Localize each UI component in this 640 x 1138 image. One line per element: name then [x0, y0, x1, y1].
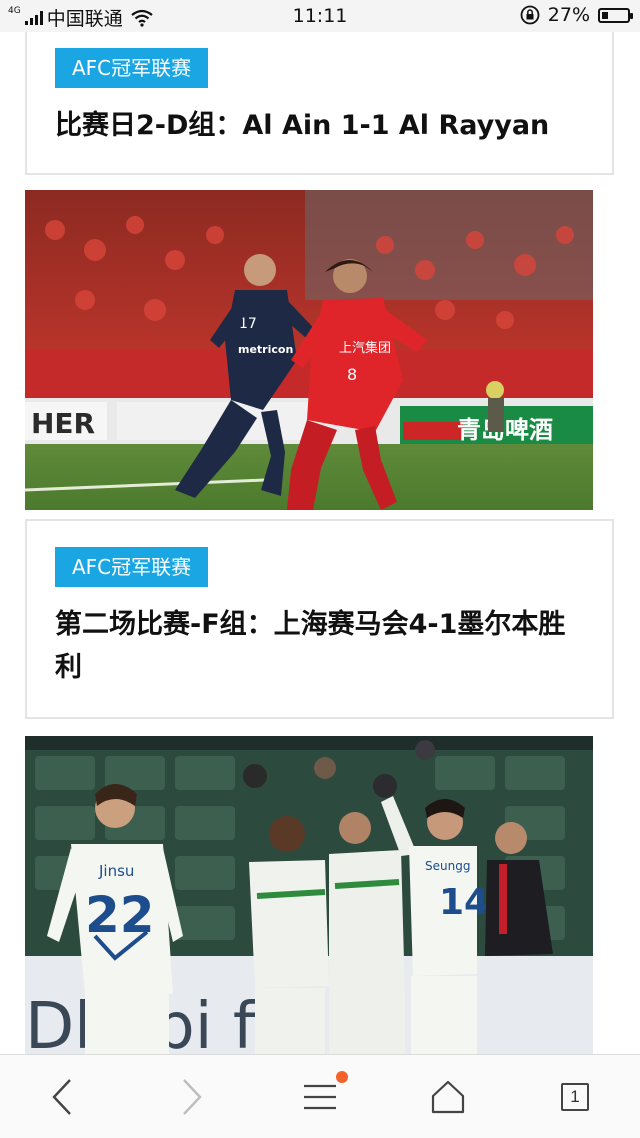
player-left-sponsor: metricon [238, 343, 293, 356]
news-title[interactable]: 比赛日2-D组：Al Ain 1-1 Al Rayyan [55, 104, 576, 147]
chevron-left-icon [52, 1079, 71, 1115]
player-left-number: 22 [85, 886, 155, 944]
category-tag[interactable]: AFC冠军联赛 [55, 48, 209, 88]
player-left-name: Jinsu [98, 862, 134, 880]
menu-icon [304, 1084, 336, 1110]
player-right-number: 8 [347, 365, 357, 384]
home-button[interactable] [418, 1071, 478, 1123]
match-photo-jeonbuk-celebration[interactable]: Dhabi fcc Jinsu 22 Seungg 14 [25, 736, 593, 1054]
match-photo-shanghai-melbourne[interactable]: HER 青岛啤酒 17 metricon 上汽集团 8 [25, 190, 593, 510]
news-card[interactable]: AFC冠军联赛 比赛日2-D组：Al Ain 1-1 Al Rayyan [25, 32, 614, 175]
news-card[interactable]: AFC冠军联赛 第二场比赛-F组：上海赛马会4-1墨尔本胜利 [25, 519, 614, 719]
rotation-lock-icon [520, 5, 540, 25]
back-button[interactable] [32, 1071, 92, 1123]
board-left-text: HER [31, 407, 95, 440]
home-icon [431, 1080, 465, 1114]
menu-button[interactable] [290, 1071, 350, 1123]
bottom-nav: 1 [0, 1054, 640, 1138]
match-photo-image: Dhabi fcc Jinsu 22 Seungg 14 [25, 736, 593, 1054]
chevron-right-icon [183, 1079, 202, 1115]
status-bar: 4G 中国联通 11:11 27% [0, 0, 640, 32]
forward-button[interactable] [162, 1071, 222, 1123]
category-tag[interactable]: AFC冠军联赛 [55, 547, 209, 587]
match-photo-image: HER 青岛啤酒 17 metricon 上汽集团 8 [25, 190, 593, 510]
battery-icon [598, 7, 633, 23]
player-right-number: 14 [439, 882, 489, 923]
board-right-text: 青岛啤酒 [457, 416, 553, 444]
news-feed[interactable]: AFC冠军联赛 比赛日2-D组：Al Ain 1-1 Al Rayyan HER… [0, 32, 640, 1054]
player-right-sponsor: 上汽集团 [339, 340, 391, 356]
tabs-button[interactable]: 1 [545, 1071, 605, 1123]
battery-percent: 27% [547, 4, 590, 26]
notification-dot [336, 1071, 348, 1083]
battery-level [602, 11, 608, 19]
status-right: 27% [520, 4, 633, 26]
player-right-name: Seungg [425, 859, 470, 873]
tab-count: 1 [561, 1083, 589, 1111]
news-title[interactable]: 第二场比赛-F组：上海赛马会4-1墨尔本胜利 [55, 603, 576, 689]
